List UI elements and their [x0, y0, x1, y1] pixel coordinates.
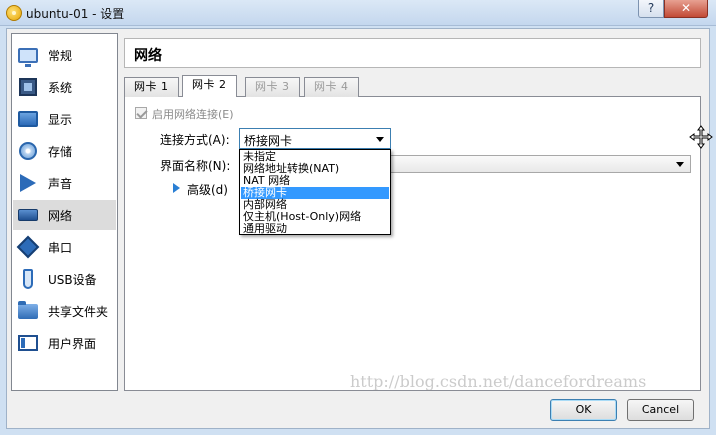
tab-adapter-2[interactable]: 网卡 2: [182, 75, 237, 97]
sidebar-item-label: 用户界面: [48, 336, 97, 351]
watermark-text: http://blog.csdn.net/dancefordreams: [350, 372, 647, 391]
window-title: ubuntu-01 - 设置: [26, 7, 125, 21]
help-button[interactable]: ?: [638, 0, 664, 18]
attached-to-select[interactable]: 桥接网卡: [239, 128, 391, 149]
chevron-down-icon: [376, 137, 384, 142]
chevron-down-icon: [676, 162, 684, 167]
sidebar-item-system[interactable]: 系统: [13, 72, 116, 102]
sidebar-item-label: 常规: [48, 48, 73, 63]
settings-client-area: 常规 系统 显示 存储 声音 网络 串口 USB设备 共享文件夹 用户界面 网络…: [6, 28, 710, 429]
sidebar-item-serial[interactable]: 串口: [13, 232, 116, 262]
settings-sidebar: 常规 系统 显示 存储 声音 网络 串口 USB设备 共享文件夹 用户界面: [11, 33, 118, 391]
shared-folder-icon: [17, 300, 39, 322]
storage-disk-icon: [17, 140, 39, 162]
expand-arrow-icon[interactable]: [173, 183, 180, 193]
enable-network-label: 启用网络连接(E): [152, 108, 234, 121]
title-bar[interactable]: ubuntu-01 - 设置 ? ✕: [0, 0, 716, 26]
cancel-button[interactable]: Cancel: [627, 399, 694, 421]
sidebar-item-audio[interactable]: 声音: [13, 168, 116, 198]
sidebar-item-label: 存储: [48, 144, 73, 159]
serial-port-icon: [16, 235, 40, 259]
sidebar-item-user-interface[interactable]: 用户界面: [13, 328, 116, 358]
network-card-icon: [17, 204, 39, 226]
sidebar-item-label: 系统: [48, 80, 73, 95]
sidebar-item-label: 显示: [48, 112, 73, 127]
tab-adapter-1[interactable]: 网卡 1: [124, 77, 179, 97]
system-chip-icon: [17, 76, 39, 98]
sidebar-item-label: 声音: [48, 176, 73, 191]
sidebar-item-shared-folders[interactable]: 共享文件夹: [13, 296, 116, 326]
advanced-expander-label[interactable]: 高级(d): [187, 181, 228, 198]
sidebar-item-storage[interactable]: 存储: [13, 136, 116, 166]
virtualbox-settings-icon: [6, 5, 22, 21]
sidebar-item-network[interactable]: 网络: [13, 200, 116, 230]
sidebar-item-label: USB设备: [48, 272, 97, 287]
attached-to-dropdown-list: 未指定 网络地址转换(NAT) NAT 网络 桥接网卡 内部网络 仅主机(Hos…: [239, 149, 391, 235]
close-button[interactable]: ✕: [664, 0, 708, 18]
tab-adapter-4[interactable]: 网卡 4: [304, 77, 359, 97]
ok-button[interactable]: OK: [550, 399, 617, 421]
attached-to-value: 桥接网卡: [244, 134, 293, 148]
move-cursor-icon: [689, 125, 713, 149]
dropdown-option-generic[interactable]: 通用驱动: [241, 223, 389, 235]
user-interface-icon: [17, 332, 39, 354]
enable-network-checkbox[interactable]: [135, 107, 147, 119]
display-icon: [17, 108, 39, 130]
sidebar-item-label: 串口: [48, 240, 73, 255]
usb-icon: [17, 268, 39, 290]
audio-speaker-icon: [17, 172, 39, 194]
sidebar-item-label: 网络: [48, 208, 73, 223]
page-header: 网络: [124, 38, 701, 68]
sidebar-item-label: 共享文件夹: [48, 304, 109, 319]
general-monitor-icon: [17, 44, 39, 67]
interface-name-label: 界面名称(N):: [160, 159, 231, 173]
sidebar-item-general[interactable]: 常规: [13, 40, 116, 70]
tab-adapter-3[interactable]: 网卡 3: [245, 77, 300, 97]
page-title: 网络: [134, 48, 162, 64]
sidebar-item-display[interactable]: 显示: [13, 104, 116, 134]
attached-to-label: 连接方式(A):: [160, 133, 230, 147]
sidebar-item-usb[interactable]: USB设备: [13, 264, 116, 294]
